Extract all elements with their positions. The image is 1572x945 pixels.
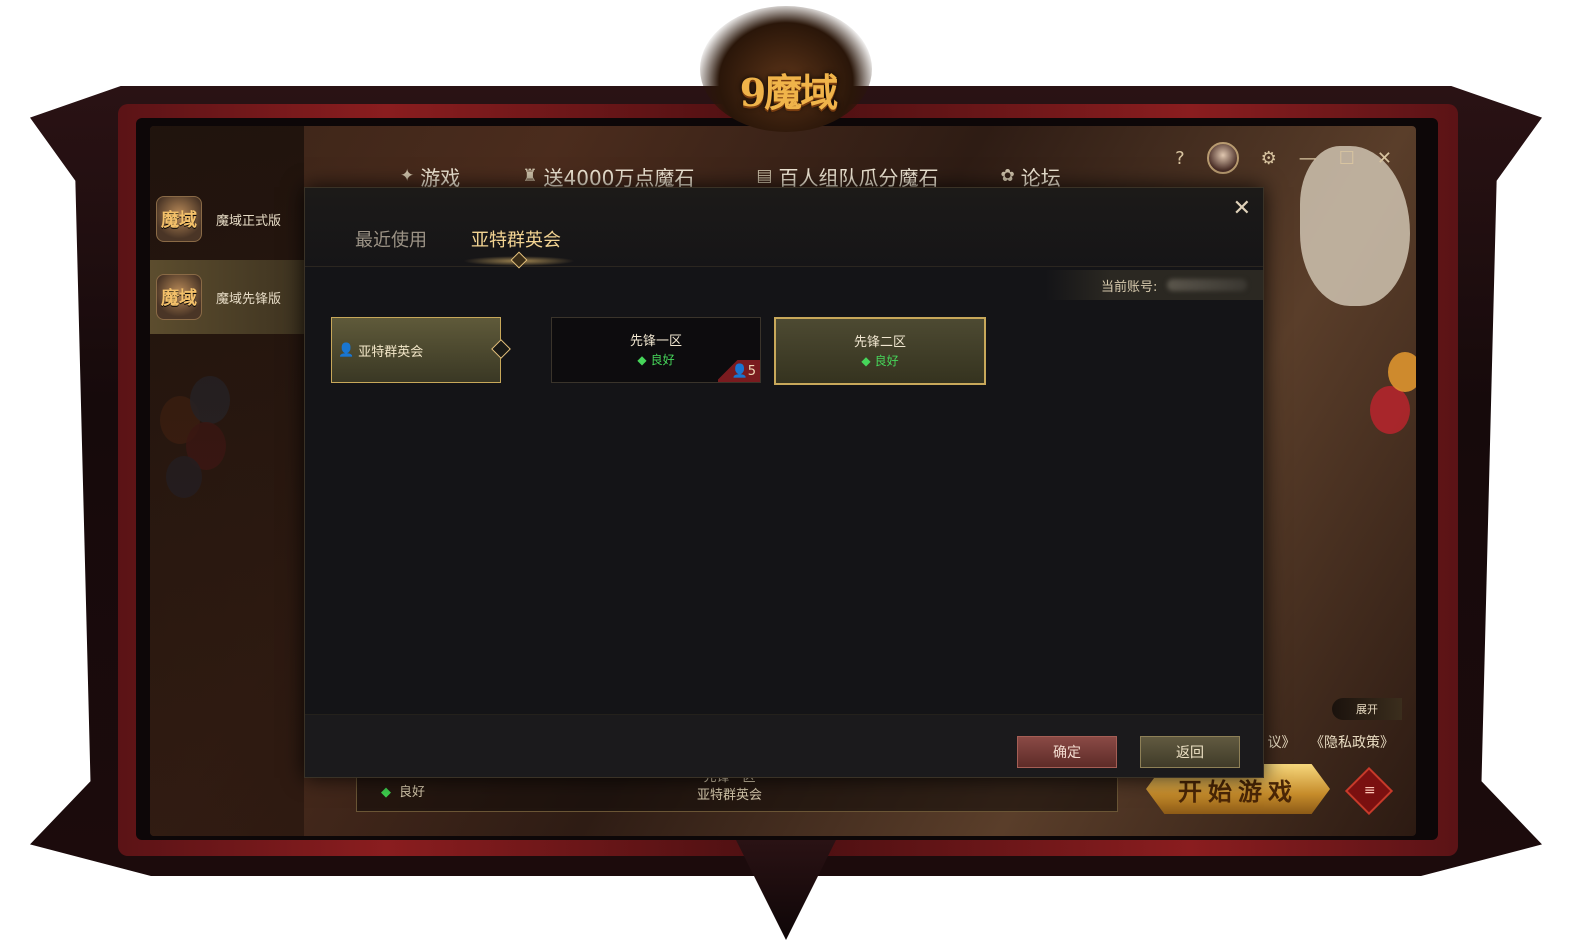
- server-group: 亚特群英会: [697, 788, 763, 803]
- list-icon: ≡: [1363, 782, 1376, 799]
- server-select-dialog: 最近使用 亚特群英会 ✕ 当前账号: 👤 亚特群英会 先锋一区 ◆ 良好 👤5 先…: [304, 187, 1264, 778]
- user-icon: 👤: [338, 342, 355, 358]
- news-icon: ▤: [756, 166, 773, 186]
- minimize-icon[interactable]: —: [1299, 148, 1317, 169]
- privacy-policy-link[interactable]: 《隐私政策》: [1310, 735, 1394, 751]
- avatar[interactable]: [1206, 142, 1239, 174]
- menu-button[interactable]: ≡: [1344, 766, 1394, 816]
- game-sidebar: 魔域 魔域正式版 魔域 魔域先锋版: [150, 126, 304, 836]
- close-icon[interactable]: ✕: [1233, 196, 1251, 221]
- dialog-header: 最近使用 亚特群英会 ✕: [305, 188, 1263, 269]
- frame-ornament: [736, 840, 836, 940]
- castle-icon: ♜: [522, 166, 538, 186]
- account-value-masked: [1167, 279, 1248, 291]
- game-logo: 9魔域: [739, 70, 838, 115]
- help-icon[interactable]: ?: [1175, 148, 1185, 169]
- status-dot-icon: ◆: [637, 353, 647, 367]
- server-name: 先锋二区: [853, 335, 906, 350]
- gear-icon[interactable]: ⚙: [1261, 148, 1277, 169]
- server-status: ◆ 良好: [861, 354, 899, 368]
- confirm-button[interactable]: 确定: [1017, 736, 1117, 768]
- account-label: 当前账号:: [1101, 279, 1158, 295]
- expand-label: 展开: [1356, 703, 1378, 716]
- game-icon: ✦: [400, 166, 415, 186]
- server-name: 先锋一区: [629, 334, 682, 349]
- tab-recent[interactable]: 最近使用: [355, 226, 427, 252]
- maximize-icon[interactable]: ☐: [1339, 148, 1355, 169]
- server-status: ◆ 良好: [381, 785, 426, 800]
- close-icon[interactable]: ✕: [1377, 148, 1392, 169]
- tab-group[interactable]: 亚特群英会: [471, 226, 561, 252]
- sidebar-item-label: 魔域正式版: [216, 213, 282, 229]
- server-card[interactable]: 先锋一区 ◆ 良好 👤5: [551, 317, 761, 383]
- back-button[interactable]: 返回: [1140, 736, 1240, 768]
- dialog-footer: 确定 返回: [305, 714, 1263, 777]
- sidebar-item-label: 魔域先锋版: [216, 291, 282, 307]
- background-art: [1370, 386, 1410, 434]
- user-icon: 👤: [731, 364, 748, 379]
- group-label: 亚特群英会: [358, 344, 424, 360]
- game-logo-icon: 魔域: [156, 196, 202, 242]
- current-account-bar: 当前账号:: [1045, 270, 1263, 300]
- background-art: [1388, 352, 1416, 392]
- server-group-item[interactable]: 👤 亚特群英会: [331, 317, 511, 383]
- policy-links: 议》 《隐私政策》: [1258, 732, 1394, 752]
- expand-button[interactable]: 展开: [1332, 698, 1402, 720]
- player-count-badge: 👤5: [718, 360, 760, 382]
- sidebar-item-pioneer[interactable]: 魔域 魔域先锋版: [150, 260, 304, 334]
- game-logo-icon: 魔域: [156, 274, 202, 320]
- status-dot-icon: ◆: [381, 785, 391, 800]
- diamond-pointer-icon: [491, 339, 511, 359]
- status-dot-icon: ◆: [861, 354, 871, 368]
- window-controls: ? ⚙ — ☐ ✕: [1153, 142, 1392, 174]
- forum-icon: ✿: [1000, 166, 1015, 186]
- agreement-link[interactable]: 议》: [1268, 735, 1296, 751]
- server-card-selected[interactable]: 先锋二区 ◆ 良好: [774, 317, 986, 385]
- sidebar-item-official[interactable]: 魔域 魔域正式版: [150, 182, 304, 256]
